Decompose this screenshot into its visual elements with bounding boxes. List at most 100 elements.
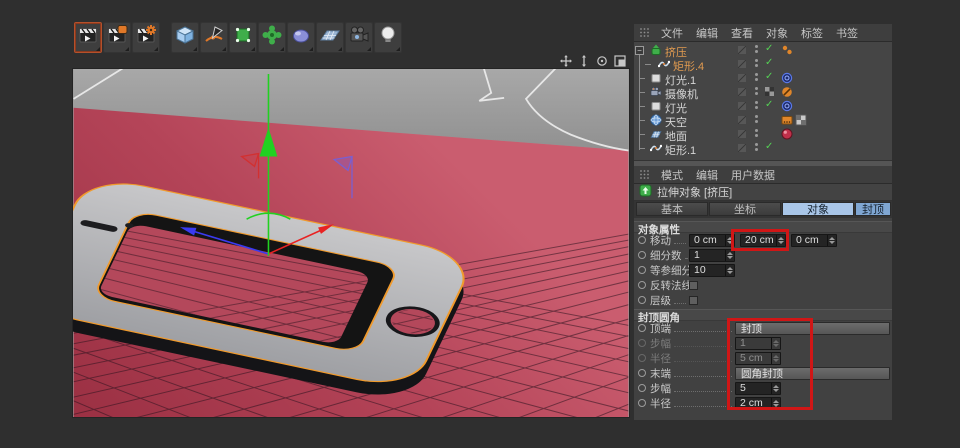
rotate-view-icon[interactable] — [596, 55, 608, 67]
keyframe-circle-icon[interactable] — [638, 369, 646, 377]
c4d-window: 文件编辑查看对象标签书签 −挤压✓矩形.4✓灯光.1✓摄像机灯光✓天空地面矩形.… — [0, 0, 960, 448]
enabled-check-icon[interactable]: ✓ — [765, 43, 773, 54]
visibility-dots[interactable] — [755, 45, 758, 53]
enabled-check-icon[interactable]: ✓ — [765, 57, 773, 68]
spinner-icon[interactable] — [771, 383, 780, 394]
dropdown-顶端[interactable]: 封顶 — [735, 322, 890, 335]
value-field[interactable]: 0 cm — [791, 234, 837, 247]
layer-square[interactable] — [738, 144, 746, 152]
pan-view-icon[interactable] — [560, 55, 572, 67]
render-to-picture-viewer-button[interactable] — [103, 22, 131, 53]
layer-square[interactable] — [738, 130, 746, 138]
visibility-dots[interactable] — [755, 115, 758, 123]
attribute-manager-menu-编辑[interactable]: 编辑 — [696, 167, 718, 183]
tab-基本[interactable]: 基本 — [636, 202, 708, 216]
value-field[interactable]: 10 — [689, 264, 735, 277]
visibility-dots[interactable] — [755, 73, 758, 81]
value-field[interactable]: 1 — [735, 337, 781, 350]
spinner-icon[interactable] — [776, 235, 785, 246]
enabled-check-icon[interactable]: ✓ — [765, 71, 773, 82]
camera-button[interactable] — [345, 22, 373, 53]
keyframe-circle-icon[interactable] — [638, 339, 646, 347]
deformer-button[interactable] — [258, 22, 286, 53]
maximize-view-icon[interactable] — [614, 55, 626, 67]
spinner-icon[interactable] — [771, 398, 780, 409]
value-field[interactable]: 0 cm — [689, 234, 735, 247]
attribute-manager-menu-模式[interactable]: 模式 — [661, 167, 683, 183]
object-manager-menu-查看[interactable]: 查看 — [731, 25, 753, 41]
render-view-button[interactable] — [74, 22, 102, 53]
add-cube-button[interactable] — [171, 22, 199, 53]
object-manager-menu-标签[interactable]: 标签 — [801, 25, 823, 41]
object-row-摄像机[interactable]: 摄像机 — [634, 85, 892, 99]
checkbox-反转法线[interactable] — [689, 281, 698, 290]
viewport-canvas[interactable] — [72, 68, 630, 418]
value-field[interactable]: 5 — [735, 382, 781, 395]
camera-toggle-icon[interactable] — [765, 87, 774, 99]
subdivision-surface-button[interactable] — [229, 22, 257, 53]
panel-grip-icon[interactable] — [640, 28, 650, 38]
value-field[interactable]: 2 cm — [735, 397, 781, 410]
visibility-dots[interactable] — [755, 129, 758, 137]
value-field[interactable]: 1 — [689, 249, 735, 262]
spline-object-icon — [650, 142, 662, 157]
light-button[interactable] — [374, 22, 402, 53]
layer-square[interactable] — [738, 102, 746, 110]
object-manager-menu-文件[interactable]: 文件 — [661, 25, 683, 41]
dropdown-末端[interactable]: 圆角封顶 — [735, 367, 890, 380]
attribute-manager-menu-用户数据[interactable]: 用户数据 — [731, 167, 775, 183]
object-row-灯光.1[interactable]: 灯光.1✓ — [634, 71, 892, 85]
spinner-icon[interactable] — [725, 235, 734, 246]
tab-坐标[interactable]: 坐标 — [709, 202, 781, 216]
keyframe-circle-icon[interactable] — [638, 399, 646, 407]
spinner-icon[interactable] — [771, 338, 780, 349]
spinner-icon[interactable] — [725, 250, 734, 261]
tab-对象[interactable]: 对象 — [782, 202, 854, 216]
object-row-灯光[interactable]: 灯光✓ — [634, 99, 892, 113]
layer-square[interactable] — [738, 74, 746, 82]
spinner-icon[interactable] — [725, 265, 734, 276]
layer-square[interactable] — [738, 116, 746, 124]
object-row-地面[interactable]: 地面 — [634, 127, 892, 141]
panel-grip-icon[interactable] — [640, 170, 650, 180]
expander-icon[interactable]: − — [635, 46, 644, 55]
keyframe-circle-icon[interactable] — [638, 384, 646, 392]
keyframe-circle-icon[interactable] — [638, 281, 646, 289]
layer-square[interactable] — [738, 46, 746, 54]
visibility-dots[interactable] — [755, 143, 758, 151]
layer-square[interactable] — [738, 88, 746, 96]
section-header-封顶圆角: 封顶圆角 — [634, 309, 892, 321]
object-manager-menu-编辑[interactable]: 编辑 — [696, 25, 718, 41]
render-settings-button[interactable] — [132, 22, 160, 53]
environment-floor-button[interactable] — [316, 22, 344, 53]
object-row-矩形.4[interactable]: 矩形.4✓ — [634, 57, 892, 71]
spinner-icon[interactable] — [771, 353, 780, 364]
object-manager-menu-对象[interactable]: 对象 — [766, 25, 788, 41]
keyframe-circle-icon[interactable] — [638, 251, 646, 259]
layer-square[interactable] — [738, 60, 746, 68]
object-name[interactable]: 矩形.1 — [665, 142, 696, 158]
tab-封顶[interactable]: 封顶 — [855, 202, 891, 216]
enabled-check-icon[interactable]: ✓ — [765, 99, 773, 110]
value-field[interactable]: 20 cm — [740, 234, 786, 247]
keyframe-circle-icon[interactable] — [638, 266, 646, 274]
object-row-矩形.1[interactable]: 矩形.1 ✓ — [634, 141, 892, 155]
visibility-dots[interactable] — [755, 87, 758, 95]
dolly-view-icon[interactable] — [578, 55, 590, 67]
spinner-icon[interactable] — [827, 235, 836, 246]
value-field[interactable]: 5 cm — [735, 352, 781, 365]
enabled-check-icon[interactable]: ✓ — [765, 141, 773, 152]
attr-row-层级: 层级 — [634, 293, 892, 307]
keyframe-circle-icon[interactable] — [638, 236, 646, 244]
visibility-dots[interactable] — [755, 101, 758, 109]
metaball-button[interactable] — [287, 22, 315, 53]
object-row-挤压[interactable]: −挤压✓ — [634, 43, 892, 57]
spline-pen-button[interactable] — [200, 22, 228, 53]
checkbox-层级[interactable] — [689, 296, 698, 305]
keyframe-circle-icon[interactable] — [638, 354, 646, 362]
visibility-dots[interactable] — [755, 59, 758, 67]
object-row-天空[interactable]: 天空 — [634, 113, 892, 127]
object-manager-menu-书签[interactable]: 书签 — [836, 25, 858, 41]
keyframe-circle-icon[interactable] — [638, 296, 646, 304]
keyframe-circle-icon[interactable] — [638, 324, 646, 332]
